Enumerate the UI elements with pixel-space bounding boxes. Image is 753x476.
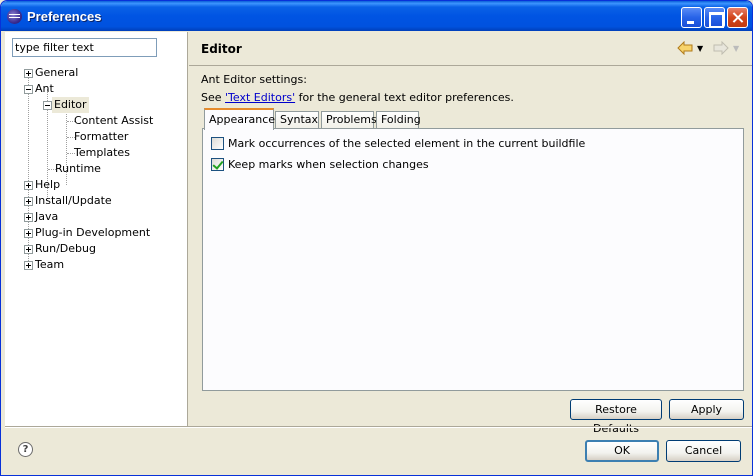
tab-problems[interactable]: Problems (321, 111, 377, 129)
forward-dropdown-icon: ▼ (733, 44, 740, 53)
preferences-window: Preferences General Ant Edit (0, 0, 753, 476)
tree-item-label: Ant (35, 82, 54, 95)
tree-item-install-update[interactable]: Install/Update (5, 193, 188, 209)
tree-item-label: Content Assist (74, 114, 154, 127)
tree-item-label: Formatter (74, 130, 129, 143)
tree-item-plugin-development[interactable]: Plug-in Development (5, 225, 188, 241)
tree-item-templates[interactable]: Templates (5, 145, 188, 161)
bottom-separator (5, 426, 752, 428)
preference-tree-panel: General Ant Editor Content Assist Format… (5, 32, 188, 426)
restore-defaults-button[interactable]: Restore Defaults (570, 399, 662, 435)
tree-item-run-debug[interactable]: Run/Debug (5, 241, 188, 257)
filter-input[interactable] (12, 38, 157, 57)
tree-item-label: Templates (74, 146, 130, 159)
expand-icon[interactable] (24, 181, 33, 190)
tree-item-label: Install/Update (35, 194, 112, 207)
back-dropdown-icon[interactable]: ▼ (697, 44, 703, 53)
close-button[interactable] (727, 7, 748, 28)
eclipse-icon (7, 9, 22, 24)
back-arrow-icon[interactable] (677, 41, 693, 55)
tree-item-label: General (35, 66, 79, 79)
maximize-button[interactable] (704, 7, 725, 28)
title-bar[interactable]: Preferences (1, 1, 752, 31)
tree-item-general[interactable]: General (5, 65, 188, 81)
tree-item-editor[interactable]: Editor (5, 97, 188, 113)
see-text: See 'Text Editors' for the general text … (201, 91, 514, 104)
window-title: Preferences (27, 9, 102, 24)
tree-item-label: Editor (52, 97, 89, 113)
tree-item-label: Java (35, 210, 59, 223)
help-icon[interactable]: ? (18, 442, 33, 457)
apply-button[interactable]: Apply (669, 399, 744, 420)
settings-label: Ant Editor settings: (201, 73, 307, 86)
tree-item-java[interactable]: Java (5, 209, 188, 225)
tree-item-team[interactable]: Team (5, 257, 188, 273)
appearance-tab-content: Mark occurrences of the selected element… (202, 128, 744, 391)
keep-marks-checkbox[interactable] (211, 158, 224, 171)
tree-item-content-assist[interactable]: Content Assist (5, 113, 188, 129)
collapse-icon[interactable] (24, 85, 33, 94)
page-title: Editor (201, 42, 242, 56)
keep-marks-label: Keep marks when selection changes (228, 158, 429, 171)
tab-appearance[interactable]: Appearance (204, 108, 275, 130)
mark-occurrences-label: Mark occurrences of the selected element… (228, 137, 586, 150)
tree-item-label: Run/Debug (35, 242, 96, 255)
tree-item-label: Help (35, 178, 61, 191)
tab-syntax[interactable]: Syntax (275, 111, 319, 129)
tree-item-runtime[interactable]: Runtime (5, 161, 188, 177)
tree-item-ant[interactable]: Ant (5, 81, 188, 97)
tree-item-help[interactable]: Help (5, 177, 188, 193)
expand-icon[interactable] (24, 213, 33, 222)
text-editors-link[interactable]: 'Text Editors' (225, 91, 295, 104)
tree-item-formatter[interactable]: Formatter (5, 129, 188, 145)
page-header: Editor ▼ ▼ (189, 32, 752, 66)
ok-button[interactable]: OK (585, 440, 659, 462)
minimize-button[interactable] (681, 7, 702, 28)
tree-item-label: Team (35, 258, 65, 271)
see-suffix: for the general text editor preferences. (295, 91, 514, 104)
mark-occurrences-checkbox[interactable] (211, 137, 224, 150)
expand-icon[interactable] (24, 69, 33, 78)
see-prefix: See (201, 91, 226, 104)
preference-page: Editor ▼ ▼ Ant Editor settings: See 'Tex… (189, 32, 752, 435)
tree-item-label: Plug-in Development (35, 226, 151, 239)
expand-icon[interactable] (24, 229, 33, 238)
tree-item-label: Runtime (55, 162, 101, 175)
expand-icon[interactable] (24, 261, 33, 270)
collapse-icon[interactable] (43, 101, 52, 110)
tab-folding[interactable]: Folding (376, 111, 421, 129)
expand-icon[interactable] (24, 245, 33, 254)
forward-arrow-icon (713, 41, 729, 55)
cancel-button[interactable]: Cancel (666, 440, 741, 462)
expand-icon[interactable] (24, 197, 33, 206)
